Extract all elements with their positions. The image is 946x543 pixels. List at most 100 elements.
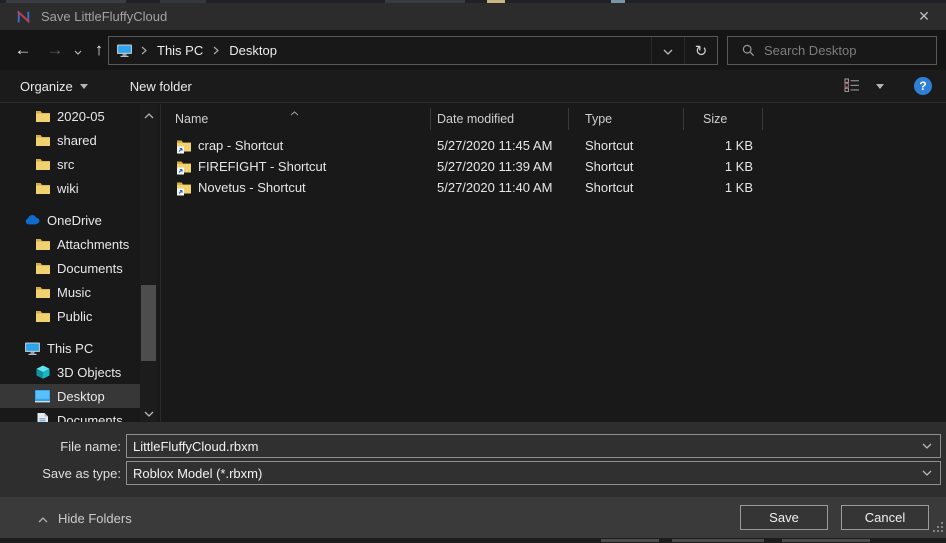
- save-as-type-select[interactable]: Roblox Model (*.rbxm): [126, 461, 941, 485]
- chevron-down-icon: [663, 43, 673, 58]
- dialog-buttons-panel: Hide Folders Save Cancel: [0, 497, 946, 538]
- chevron-up-icon: [38, 511, 48, 526]
- file-type: Shortcut: [569, 180, 684, 195]
- file-name-label: File name:: [0, 439, 121, 454]
- dropdown-triangle-icon: [80, 84, 88, 89]
- hide-folders-button[interactable]: Hide Folders: [38, 506, 132, 530]
- sidebar-item-public[interactable]: Public: [0, 304, 140, 328]
- file-size: 1 KB: [684, 180, 763, 195]
- address-dropdown-button[interactable]: [651, 37, 684, 64]
- new-folder-button[interactable]: New folder: [120, 70, 202, 102]
- shortcut-folder-icon: [176, 138, 192, 154]
- sort-ascending-icon: [290, 104, 299, 119]
- onedrive-icon: [24, 212, 41, 229]
- sidebar-item-2020-05[interactable]: 2020-05: [0, 104, 140, 128]
- column-headers: NameDate modifiedTypeSize: [162, 104, 946, 130]
- address-bar[interactable]: This PC Desktop ↻: [108, 36, 718, 65]
- file-list: NameDate modifiedTypeSize crap - Shortcu…: [162, 104, 946, 422]
- folder-icon: [34, 132, 51, 149]
- sidebar-item-shared[interactable]: shared: [0, 128, 140, 152]
- novetus-app-icon: [15, 8, 32, 25]
- file-row[interactable]: FIREFIGHT - Shortcut 5/27/2020 11:39 AM …: [162, 156, 946, 177]
- new-folder-label: New folder: [130, 79, 192, 94]
- file-name: crap - Shortcut: [198, 138, 283, 153]
- sidebar-item-attachments[interactable]: Attachments: [0, 232, 140, 256]
- desktop-icon: [34, 388, 51, 405]
- recent-locations-button[interactable]: [68, 36, 88, 64]
- folder-icon: [34, 284, 51, 301]
- search-icon: [742, 44, 755, 57]
- folder-icon: [34, 156, 51, 173]
- organize-button[interactable]: Organize: [10, 70, 98, 102]
- save-as-type-label: Save as type:: [0, 466, 121, 481]
- sidebar-item-documents[interactable]: Documents: [0, 256, 140, 280]
- scroll-up-button[interactable]: [140, 106, 157, 122]
- column-header-size[interactable]: Size: [684, 108, 763, 130]
- column-header-type[interactable]: Type: [569, 108, 684, 130]
- file-type: Shortcut: [569, 159, 684, 174]
- background-fragment: [782, 539, 870, 542]
- hide-folders-label: Hide Folders: [58, 511, 132, 526]
- forward-button[interactable]: →: [40, 36, 70, 64]
- save-as-type-value: Roblox Model (*.rbxm): [127, 466, 914, 481]
- this-pc-icon: [116, 43, 133, 58]
- chevron-up-icon: [144, 107, 154, 122]
- close-button[interactable]: ✕: [902, 3, 946, 30]
- sidebar-item-this-pc[interactable]: This PC: [0, 336, 140, 360]
- save-button[interactable]: Save: [740, 505, 828, 530]
- view-options-dropdown[interactable]: [870, 80, 890, 93]
- folder-icon: [34, 308, 51, 325]
- file-name-panel: File name: Save as type: Roblox Model (*…: [0, 422, 946, 497]
- search-input[interactable]: [764, 37, 940, 64]
- sidebar-item-onedrive[interactable]: OneDrive: [0, 208, 140, 232]
- file-name: FIREFIGHT - Shortcut: [198, 159, 326, 174]
- sidebar-scrollbar[interactable]: [140, 104, 157, 422]
- folder-icon: [34, 236, 51, 253]
- file-size: 1 KB: [684, 138, 763, 153]
- chevron-down-icon[interactable]: [914, 443, 940, 449]
- file-type: Shortcut: [569, 138, 684, 153]
- folder-icon: [34, 180, 51, 197]
- navigation-pane: 2020-05 shared src wiki OneDrive Attachm…: [0, 104, 140, 422]
- file-name: Novetus - Shortcut: [198, 180, 306, 195]
- background-fragment: [601, 539, 659, 542]
- chevron-down-icon: [914, 470, 940, 476]
- folder-icon: [34, 108, 51, 125]
- file-row[interactable]: crap - Shortcut 5/27/2020 11:45 AM Short…: [162, 135, 946, 156]
- sidebar-item-wiki[interactable]: wiki: [0, 176, 140, 200]
- titlebar: Save LittleFluffyCloud ✕: [0, 3, 946, 30]
- cube-icon: [34, 364, 51, 381]
- breadcrumb-item-this-pc[interactable]: This PC: [155, 43, 205, 58]
- navigation-bar: ← → ↑ This PCDesktop ↻: [0, 30, 946, 70]
- save-dialog-window: Save LittleFluffyCloud ✕ ← → ↑ This PCDe…: [0, 0, 946, 543]
- background-fragment: [672, 539, 764, 542]
- breadcrumb-item-desktop[interactable]: Desktop: [227, 43, 279, 58]
- scrollbar-thumb[interactable]: [141, 285, 156, 361]
- file-name-input[interactable]: [127, 439, 914, 454]
- sidebar-item-3d-objects[interactable]: 3D Objects: [0, 360, 140, 384]
- file-date-modified: 5/27/2020 11:40 AM: [431, 180, 569, 195]
- this-pc-icon: [24, 340, 41, 357]
- sidebar-item-documents[interactable]: Documents: [0, 408, 140, 422]
- file-name-combo: [126, 434, 941, 458]
- document-icon: [34, 412, 51, 423]
- scroll-down-button[interactable]: [140, 404, 157, 420]
- column-header-date-modified[interactable]: Date modified: [431, 108, 569, 130]
- sidebar-item-desktop[interactable]: Desktop: [0, 384, 140, 408]
- help-button[interactable]: ?: [914, 77, 932, 95]
- resize-grip[interactable]: [932, 521, 944, 536]
- refresh-button[interactable]: ↻: [684, 37, 717, 64]
- pane-divider: [160, 104, 161, 422]
- chevron-down-icon: [144, 405, 154, 420]
- chevron-down-icon: [74, 40, 82, 60]
- sidebar-item-music[interactable]: Music: [0, 280, 140, 304]
- back-button[interactable]: ←: [8, 36, 38, 64]
- cancel-button[interactable]: Cancel: [841, 505, 929, 530]
- change-view-button[interactable]: [840, 74, 864, 99]
- sidebar-item-src[interactable]: src: [0, 152, 140, 176]
- dropdown-triangle-icon: [876, 84, 884, 89]
- file-row[interactable]: Novetus - Shortcut 5/27/2020 11:40 AM Sh…: [162, 177, 946, 198]
- details-view-icon: [844, 78, 860, 95]
- file-date-modified: 5/27/2020 11:45 AM: [431, 138, 569, 153]
- file-date-modified: 5/27/2020 11:39 AM: [431, 159, 569, 174]
